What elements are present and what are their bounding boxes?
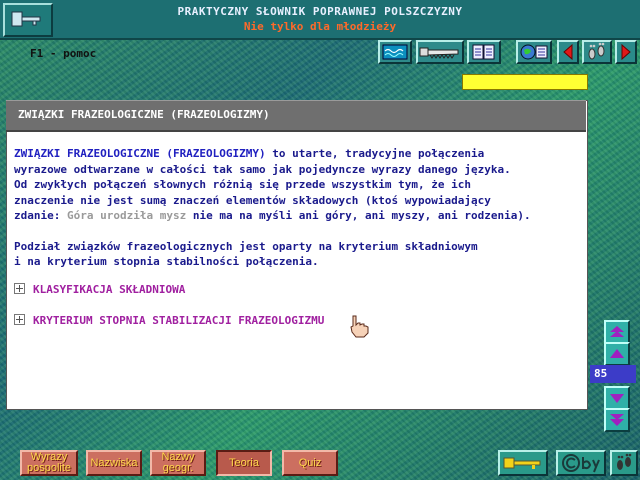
- copyright-icon: [562, 454, 600, 473]
- key-tool-button[interactable]: [498, 450, 548, 476]
- nav-label: Teoria: [229, 456, 259, 469]
- text-span: to utarte, tradycyjne połączenia: [265, 147, 485, 160]
- copyright-button[interactable]: [556, 450, 606, 476]
- expander-stability-criterion[interactable]: KRYTERIUM STOPNIA STABILIZACJI FRAZEOLOG…: [14, 314, 324, 327]
- history-button[interactable]: [582, 40, 612, 64]
- down-arrow-icon: [610, 394, 624, 403]
- page-number: 85: [590, 365, 636, 383]
- saw-icon: [419, 47, 459, 59]
- expander-classification[interactable]: KLASYFIKACJA SKŁADNIOWA: [14, 283, 185, 296]
- footprints-icon: [617, 453, 632, 470]
- up-arrow-icon: [610, 349, 624, 358]
- saw-button[interactable]: [416, 40, 464, 64]
- forward-button[interactable]: [615, 40, 637, 64]
- section-heading-bar: ZWIĄZKI FRAZEOLOGICZNE (FRAZEOLOGIZMY): [6, 100, 586, 132]
- help-hint: F1 - pomoc: [30, 47, 97, 60]
- nav-surnames[interactable]: Nazwiska: [86, 450, 142, 476]
- text-span: znaczenie nie jest sumą znaczeń elementó…: [14, 193, 491, 207]
- text-span: Od zwykłych połączeń słownych różnią się…: [14, 178, 471, 191]
- hand-cursor-icon: [350, 315, 369, 338]
- nav-label: pospolite: [26, 462, 72, 474]
- waves-icon: [382, 44, 408, 60]
- title-bar: PRAKTYCZNY SŁOWNIK POPRAWNEJ POLSZCZYZNY…: [0, 0, 640, 40]
- scroll-down-button[interactable]: [604, 386, 630, 410]
- section-heading: ZWIĄZKI FRAZEOLOGICZNE (FRAZEOLOGIZMY): [18, 108, 270, 121]
- scroll-up-button[interactable]: [604, 342, 630, 366]
- footprints-icon: [588, 42, 605, 60]
- plus-icon: [14, 283, 25, 294]
- text-span: i na kryterium stopnia stabilności połąc…: [14, 255, 319, 268]
- key-icon: [503, 457, 541, 469]
- nav-geographic-names[interactable]: Nazwy geogr.: [150, 450, 206, 476]
- app-subtitle: Nie tylko dla młodzieży: [243, 20, 397, 33]
- plus-icon: [14, 314, 25, 325]
- example-phrase: Góra urodziła mysz: [66, 209, 187, 222]
- globe-button[interactable]: [516, 40, 552, 64]
- book-icon: [472, 44, 495, 60]
- nav-quiz[interactable]: Quiz: [282, 450, 338, 476]
- globe-icon: [520, 44, 548, 60]
- expander-label: KRYTERIUM STOPNIA STABILIZACJI FRAZEOLOG…: [33, 314, 325, 327]
- nav-label: geogr.: [162, 462, 194, 474]
- nav-label: Nazwiska: [90, 456, 138, 469]
- article-body: ZWIĄZKI FRAZEOLOGICZNE (FRAZEOLOGIZMY) t…: [14, 146, 584, 270]
- defined-term[interactable]: ZWIĄZKI FRAZEOLOGICZNE (FRAZEOLOGIZMY): [14, 147, 266, 160]
- text-span: wyrazowe odtwarzane w całości tak samo j…: [14, 162, 511, 176]
- double-up-arrow-icon: [610, 326, 624, 337]
- expander-label: KLASYFIKACJA SKŁADNIOWA: [33, 283, 186, 296]
- nav-theory[interactable]: Teoria: [216, 450, 272, 476]
- text-span: nie ma na myśli ani góry, ani myszy, ani…: [186, 209, 531, 222]
- paragraph-1: ZWIĄZKI FRAZEOLOGICZNE (FRAZEOLOGIZMY) t…: [14, 146, 584, 224]
- book-button[interactable]: [467, 40, 501, 64]
- double-down-arrow-icon: [610, 414, 624, 426]
- app-title: PRAKTYCZNY SŁOWNIK POPRAWNEJ POLSZCZYZNY: [177, 5, 463, 18]
- exit-button[interactable]: [610, 450, 638, 476]
- back-button[interactable]: [557, 40, 579, 64]
- waves-button[interactable]: [378, 40, 412, 64]
- scroll-top-button[interactable]: [604, 320, 630, 344]
- search-highlight-bar[interactable]: [462, 74, 588, 90]
- nav-common-words[interactable]: Wyrazy pospolite: [20, 450, 78, 476]
- nav-label: Quiz: [298, 456, 322, 469]
- paragraph-2: Podział związków frazeologicznych jest o…: [14, 239, 584, 270]
- text-span: Podział związków frazeologicznych jest o…: [14, 239, 478, 253]
- forward-arrow-icon: [621, 43, 631, 61]
- scroll-bottom-button[interactable]: [604, 408, 630, 432]
- text-span: zdanie:: [14, 209, 67, 222]
- back-arrow-icon: [563, 43, 573, 61]
